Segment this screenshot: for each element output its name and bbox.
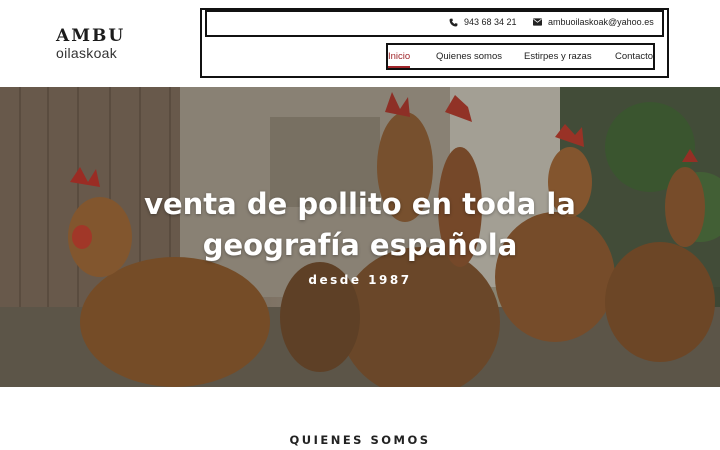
nav-item-quienes-somos[interactable]: Quienes somos <box>436 51 502 62</box>
main-nav: Inicio Quienes somos Estirpes y razas Co… <box>386 43 655 70</box>
phone-icon <box>449 18 458 27</box>
email-address: ambuoilaskoak@yahoo.es <box>548 17 654 27</box>
site-header: AMBU oilaskoak 943 68 34 21 ambuoilaskoa… <box>0 0 720 87</box>
phone-number: 943 68 34 21 <box>464 17 517 27</box>
section-title-quienes-somos: QUIENES SOMOS <box>289 433 431 447</box>
contact-bar: 943 68 34 21 ambuoilaskoak@yahoo.es <box>205 10 664 37</box>
nav-item-estirpes-y-razas[interactable]: Estirpes y razas <box>524 51 592 62</box>
hero-banner: venta de pollito en toda la geografía es… <box>0 87 720 387</box>
hero-title: venta de pollito en toda la geografía es… <box>144 187 576 262</box>
envelope-icon <box>533 18 542 26</box>
contact-phone[interactable]: 943 68 34 21 <box>449 17 517 27</box>
logo-text-bottom: oilaskoak <box>56 45 118 61</box>
nav-item-inicio[interactable]: Inicio <box>388 51 411 68</box>
site-logo[interactable]: AMBU oilaskoak <box>56 26 126 61</box>
nav-item-contacto[interactable]: Contacto <box>615 51 653 62</box>
hero-subtitle: desde 1987 <box>308 273 412 287</box>
logo-text-top: AMBU <box>56 26 126 46</box>
contact-email[interactable]: ambuoilaskoak@yahoo.es <box>533 17 654 27</box>
